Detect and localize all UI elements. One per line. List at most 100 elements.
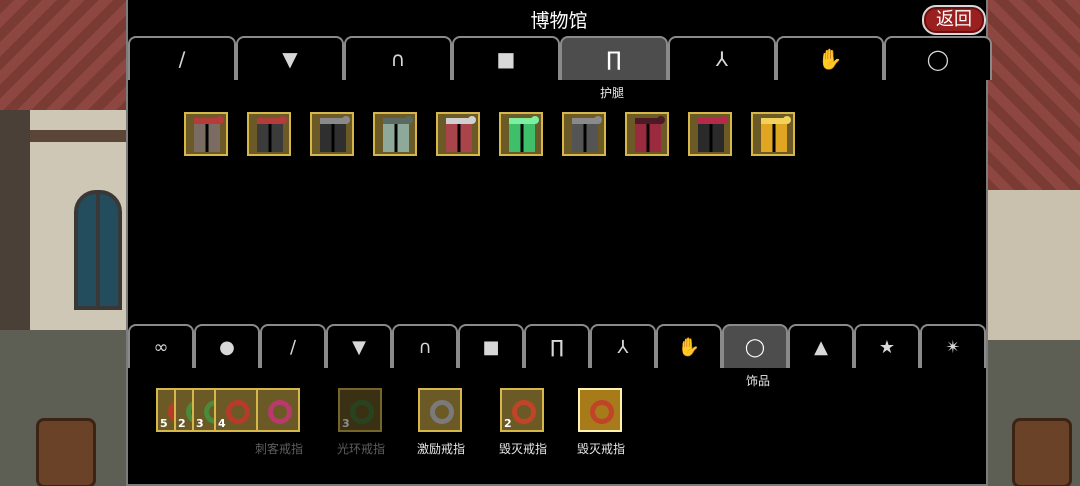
tab-sword[interactable]: ∕ — [128, 36, 236, 80]
tab-shield[interactable]: ▼ — [326, 324, 392, 368]
ring-item-slot[interactable]: 2 — [500, 388, 544, 432]
ring-icon — [268, 400, 292, 424]
barrel — [1012, 418, 1072, 486]
ring-item-slot[interactable] — [418, 388, 462, 432]
wand-icon: ✴ — [945, 336, 961, 358]
tab-pants[interactable]: ∏ — [524, 324, 590, 368]
background-house-right — [986, 0, 1080, 486]
ring-icon: ◯ — [744, 336, 766, 358]
helmet-icon: ∩ — [418, 336, 432, 358]
leg-item-slot[interactable] — [373, 112, 417, 156]
tab-armor[interactable]: ■ — [458, 324, 524, 368]
ring-item-label: 刺客戒指 — [254, 442, 303, 456]
ring-icon: ◯ — [926, 47, 950, 71]
item-count: 5 — [160, 417, 168, 430]
armor-icon: ■ — [482, 336, 500, 358]
leg-armor-icon — [257, 118, 283, 152]
ring-icon — [430, 400, 454, 424]
ring-item-label: 光环戒指 — [336, 442, 385, 456]
tab-sword[interactable]: ∕ — [260, 324, 326, 368]
active-tab-caption: 饰品 — [745, 374, 770, 388]
enchant-gem-icon — [216, 116, 224, 124]
tab-hat[interactable]: ▲ — [788, 324, 854, 368]
helmet-icon: ∩ — [390, 47, 406, 71]
boots-icon: ⅄ — [617, 336, 629, 358]
ring-icon — [512, 400, 536, 424]
tab-armor[interactable]: ■ — [452, 36, 560, 80]
leg-item-slot[interactable] — [625, 112, 669, 156]
item-count: 2 — [504, 417, 512, 430]
leg-armor-icon — [761, 118, 787, 152]
background-house-left — [0, 0, 130, 486]
item-count: 4 — [218, 417, 226, 430]
page-title: 博物馆 — [530, 10, 588, 32]
shield-icon: ▼ — [352, 336, 366, 358]
ring-icon — [226, 400, 250, 424]
enchant-gem-icon — [531, 116, 539, 124]
leg-armor-icon — [509, 118, 535, 152]
leg-armor-icon — [635, 118, 661, 152]
game-scene: { "window": { "title": "博物馆", "back_labe… — [0, 0, 1080, 486]
bottom-category-tabs: ∞ ● ∕ ▼ ∩ ■ ∏ ⅄ ✋ ◯ ▲ ★ ✴ — [128, 324, 986, 368]
enchant-gem-icon — [405, 116, 413, 124]
tab-boots[interactable]: ⅄ — [668, 36, 776, 80]
tab-glove[interactable]: ✋ — [656, 324, 722, 368]
tab-glove[interactable]: ✋ — [776, 36, 884, 80]
item-count: 3 — [196, 417, 204, 430]
barrel — [36, 418, 96, 486]
top-category-tabs: ∕ ▼ ∩ ■ ∏ ⅄ ✋ ◯ — [128, 36, 992, 80]
museum-panel: 博物馆 返回 ∕ ▼ ∩ ■ ∏ ⅄ ✋ ◯ 护腿 ∞ ● ∕ ▼ ∩ ■ ∏ … — [126, 0, 992, 486]
leg-item-slot[interactable] — [499, 112, 543, 156]
tab-pants[interactable]: ∏ — [560, 36, 668, 80]
shield-icon: ▼ — [282, 47, 298, 71]
tab-shield[interactable]: ▼ — [236, 36, 344, 80]
leg-item-slot[interactable] — [688, 112, 732, 156]
window — [74, 190, 122, 310]
leg-armor-icon — [698, 118, 724, 152]
leg-item-slot[interactable] — [310, 112, 354, 156]
leg-item-slot[interactable] — [436, 112, 480, 156]
ring-icon — [350, 400, 374, 424]
boots-icon: ⅄ — [715, 47, 729, 71]
potion-icon: ● — [219, 336, 235, 358]
roof — [0, 0, 130, 110]
tab-helmet[interactable]: ∩ — [392, 324, 458, 368]
item-count: 2 — [178, 417, 186, 430]
ring-icon — [590, 400, 614, 424]
beam — [30, 130, 130, 142]
leg-item-slot[interactable] — [751, 112, 795, 156]
tab-wand[interactable]: ✴ — [920, 324, 986, 368]
tab-all[interactable]: ∞ — [128, 324, 194, 368]
ring-item-slot[interactable]: 3 — [338, 388, 382, 432]
tab-star[interactable]: ★ — [854, 324, 920, 368]
ring-item-slot[interactable] — [256, 388, 300, 432]
tab-accessory[interactable]: ◯ — [722, 324, 788, 368]
enchant-gem-icon — [594, 116, 602, 124]
pants-icon: ∏ — [550, 336, 564, 358]
roof — [986, 0, 1080, 190]
enchant-gem-icon — [279, 116, 287, 124]
enchant-gem-icon — [468, 116, 476, 124]
tab-helmet[interactable]: ∩ — [344, 36, 452, 80]
leg-armor-icon — [320, 118, 346, 152]
enchant-gem-icon — [657, 116, 665, 124]
tab-boots[interactable]: ⅄ — [590, 324, 656, 368]
ring-item-slot[interactable] — [578, 388, 622, 432]
armor-icon: ■ — [496, 47, 516, 71]
enchant-gem-icon — [342, 116, 350, 124]
sword-icon: ∕ — [289, 336, 297, 358]
tab-ring[interactable]: ◯ — [884, 36, 992, 80]
leg-armor-icon — [446, 118, 472, 152]
leg-item-slot[interactable] — [562, 112, 606, 156]
hat-icon: ▲ — [814, 336, 828, 358]
tab-potion[interactable]: ● — [194, 324, 260, 368]
ring-item-label: 毁灭戒指 — [576, 442, 625, 456]
leg-item-slot[interactable] — [247, 112, 291, 156]
infinity-icon: ∞ — [153, 336, 169, 358]
ring-item-slot[interactable]: 4 — [214, 388, 258, 432]
leg-item-slot[interactable] — [184, 112, 228, 156]
ring-item-label: 毁灭戒指 — [498, 442, 547, 456]
enchant-gem-icon — [783, 116, 791, 124]
active-tab-caption: 护腿 — [599, 86, 624, 100]
back-button[interactable]: 返回 — [922, 5, 986, 35]
